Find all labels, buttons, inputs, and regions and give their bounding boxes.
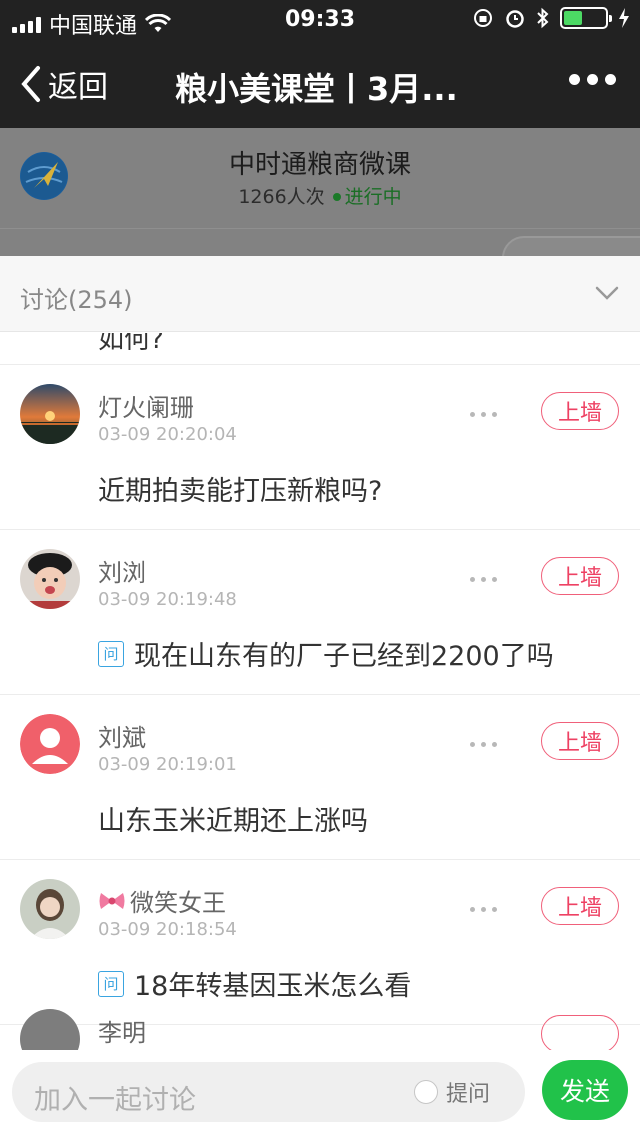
input-placeholder: 加入一起讨论 <box>34 1085 196 1116</box>
pin-to-wall-button[interactable]: 上墙 <box>541 392 619 430</box>
post-time: 03-09 20:19:01 <box>98 754 237 775</box>
baby-photo-avatar <box>20 549 80 609</box>
page-title: 粮小美课堂丨3月... <box>175 70 458 108</box>
more-options-icon[interactable] <box>470 907 497 912</box>
discussion-input[interactable]: 加入一起讨论 提问 <box>12 1062 525 1122</box>
default-user-avatar <box>20 714 80 774</box>
sunset-avatar <box>20 384 80 444</box>
list-item: 刘浏 03-09 20:19:48 上墙 问 现在山东有的厂子已经到2200了吗 <box>0 530 640 694</box>
course-meta: 1266人次 进行中 <box>0 182 640 209</box>
view-count: 1266人次 <box>238 186 325 208</box>
header-divider <box>0 228 640 229</box>
course-name: 中时通粮商微课 <box>228 150 411 180</box>
bow-emoji-icon <box>99 892 125 909</box>
question-tag-icon: 问 <box>98 970 124 997</box>
ask-label: 提问 <box>446 1082 491 1107</box>
comment-text: 近期拍卖能打压新粮吗? <box>98 476 383 507</box>
radio-circle-icon[interactable] <box>414 1080 438 1104</box>
discussion-header[interactable]: 讨论(254) <box>0 256 640 332</box>
back-button[interactable]: 返回 <box>18 62 108 106</box>
post-time: 03-09 20:19:48 <box>98 589 237 610</box>
composer-bar: 加入一起讨论 提问 发送 <box>0 1050 640 1136</box>
pin-to-wall-button[interactable]: 上墙 <box>541 722 619 760</box>
user-name: 刘斌 <box>98 724 146 752</box>
chevron-left-icon <box>21 66 40 102</box>
more-options-icon[interactable] <box>470 742 497 747</box>
chevron-down-icon[interactable] <box>594 280 620 306</box>
discussion-panel: 讨论(254) 如何? 灯火阑珊 03-09 20:20:04 上墙 近期拍卖能… <box>0 256 640 1136</box>
battery-level <box>564 11 582 25</box>
partial-user-name: 李明 <box>98 1019 146 1047</box>
comment-text: 问 现在山东有的厂子已经到2200了吗 <box>98 634 554 673</box>
partial-comment-text: 如何? <box>98 333 164 355</box>
user-name: 微笑女王 <box>98 883 226 918</box>
battery-icon <box>560 7 612 29</box>
orientation-lock-icon <box>474 9 492 27</box>
live-status: 进行中 <box>344 186 402 208</box>
question-tag-icon: 问 <box>98 640 124 667</box>
more-options-icon[interactable] <box>470 412 497 417</box>
status-bar-right <box>472 7 630 29</box>
discussion-list[interactable]: 如何? 灯火阑珊 03-09 20:20:04 上墙 近期拍卖能打压新粮吗? 刘… <box>0 333 640 1050</box>
alarm-icon <box>506 10 524 28</box>
pin-to-wall-button[interactable]: 上墙 <box>541 557 619 595</box>
post-time: 03-09 20:20:04 <box>98 424 237 445</box>
list-item: 微笑女王 03-09 20:18:54 上墙 问 18年转基因玉米怎么看 <box>0 860 640 1024</box>
comment-text: 问 18年转基因玉米怎么看 <box>98 964 411 1003</box>
user-name: 刘浏 <box>98 559 146 587</box>
pin-to-wall-button[interactable]: 上墙 <box>541 887 619 925</box>
live-course-header: 中时通粮商微课 1266人次 进行中 <box>0 128 640 280</box>
user-name: 灯火阑珊 <box>98 394 194 422</box>
partial-pin-button[interactable] <box>541 1015 619 1050</box>
charging-bolt-icon <box>619 8 629 28</box>
discussion-title: 讨论(254) <box>20 286 133 314</box>
post-time: 03-09 20:18:54 <box>98 919 237 940</box>
more-dots-icon[interactable] <box>569 74 616 85</box>
live-status-dot <box>332 192 341 201</box>
status-bar: 中国联通 09:33 <box>0 0 640 40</box>
back-label: 返回 <box>48 70 108 105</box>
ask-question-toggle[interactable]: 提问 <box>414 1076 490 1108</box>
navigation-bar: 返回 粮小美课堂丨3月... <box>0 40 640 128</box>
more-options-icon[interactable] <box>470 577 497 582</box>
bluetooth-icon <box>537 7 549 29</box>
list-item: 刘斌 03-09 20:19:01 上墙 山东玉米近期还上涨吗 <box>0 695 640 859</box>
send-button[interactable]: 发送 <box>542 1060 628 1120</box>
woman-photo-avatar <box>20 879 80 939</box>
comment-text: 山东玉米近期还上涨吗 <box>98 806 368 837</box>
list-item: 灯火阑珊 03-09 20:20:04 上墙 近期拍卖能打压新粮吗? <box>0 365 640 529</box>
